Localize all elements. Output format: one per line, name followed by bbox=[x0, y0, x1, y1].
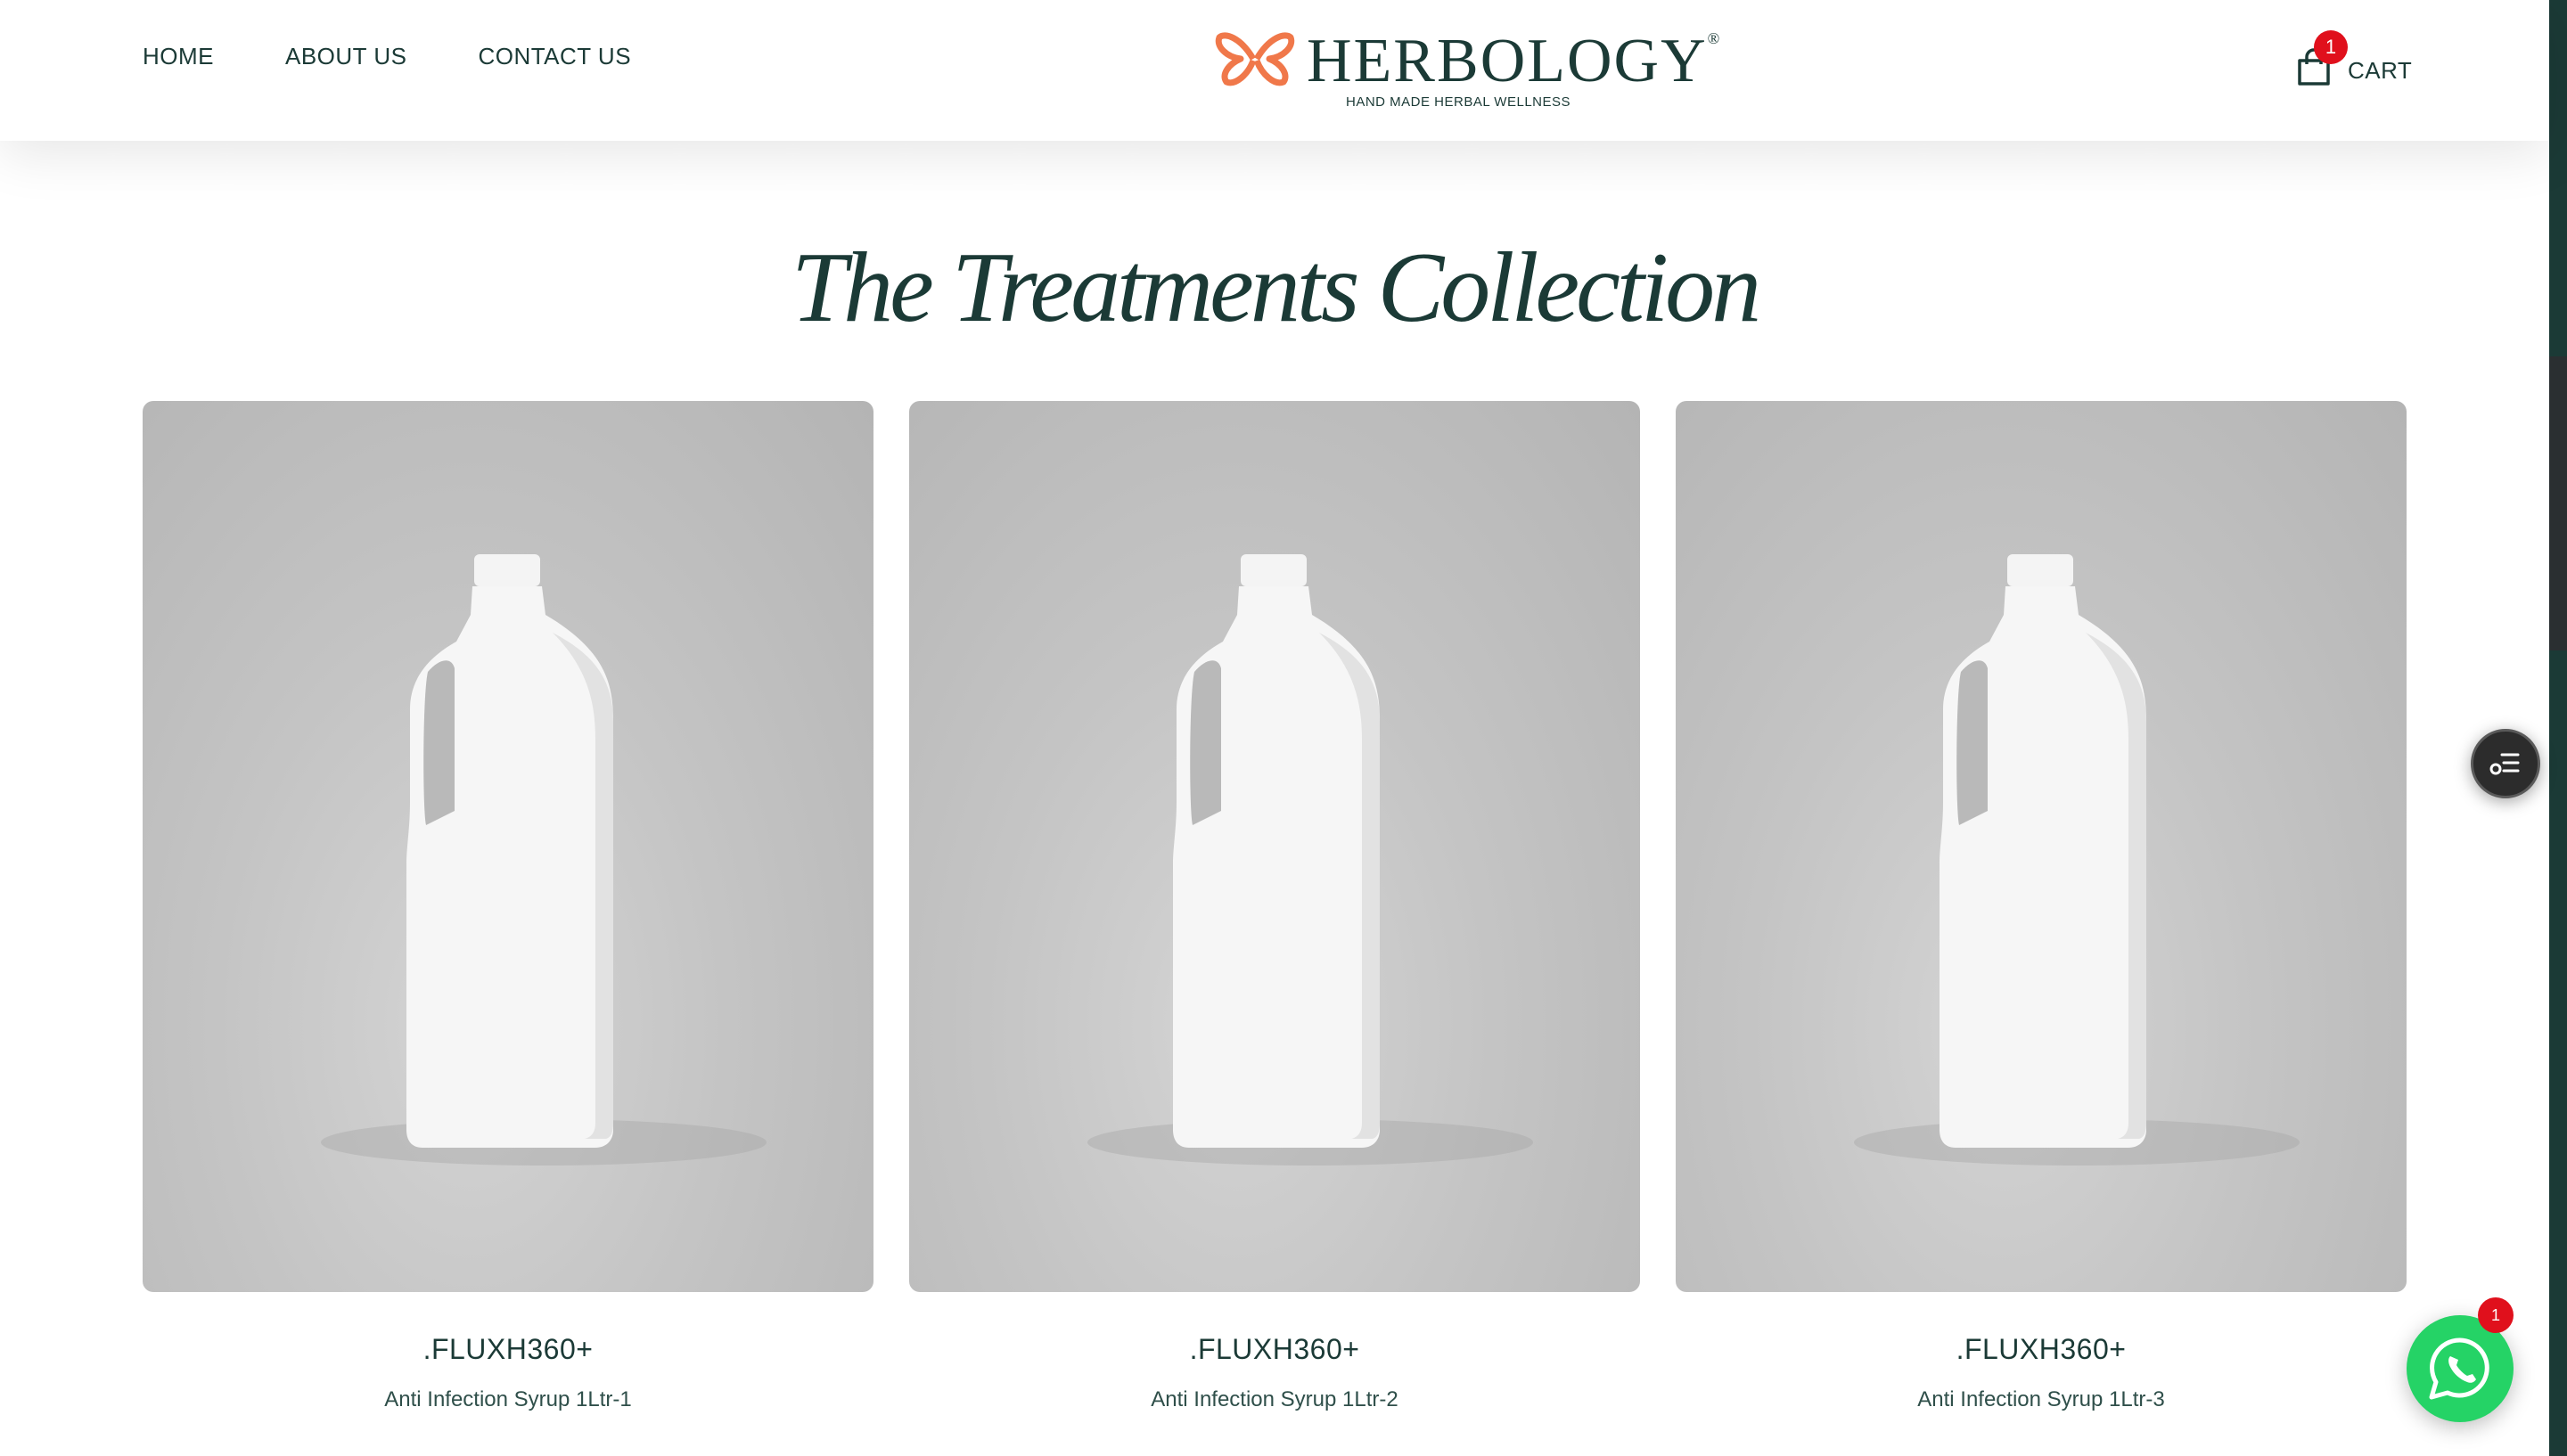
accessibility-widget-button[interactable] bbox=[2471, 729, 2540, 798]
brand-logo[interactable]: HERBOLOGY® HAND MADE HERBAL WELLNESS bbox=[1214, 25, 1719, 114]
product-subtitle: Anti Infection Syrup 1Ltr-3 bbox=[1917, 1387, 2165, 1411]
product-image[interactable] bbox=[909, 401, 1640, 1292]
whatsapp-notification-badge: 1 bbox=[2478, 1297, 2514, 1333]
scrollbar-thumb[interactable] bbox=[2549, 356, 2567, 650]
product-image[interactable] bbox=[143, 401, 873, 1292]
logo-wordmark: HERBOLOGY® bbox=[1307, 30, 1721, 93]
site-header: HOME ABOUT US CONTACT US HERBOLOGY® HAND… bbox=[0, 0, 2549, 141]
butterfly-logo-icon bbox=[1215, 32, 1295, 86]
product-card[interactable]: .FLUXH360+ Anti Infection Syrup 1Ltr-1 bbox=[143, 401, 873, 1412]
product-card[interactable]: .FLUXH360+ Anti Infection Syrup 1Ltr-2 bbox=[909, 401, 1640, 1412]
product-name[interactable]: .FLUXH360+ bbox=[143, 1333, 873, 1366]
bottle-image bbox=[321, 554, 767, 1166]
cart-label: CART bbox=[2348, 57, 2413, 84]
whatsapp-icon bbox=[2429, 1337, 2489, 1400]
nav-home-link[interactable]: HOME bbox=[143, 43, 214, 70]
logo-wordmark-text: HERBOLOGY bbox=[1307, 27, 1708, 95]
product-subtitle: Anti Infection Syrup 1Ltr-2 bbox=[1151, 1387, 1398, 1411]
product-name[interactable]: .FLUXH360+ bbox=[1676, 1333, 2407, 1366]
trademark-symbol: ® bbox=[1707, 29, 1722, 47]
logo-tagline: HAND MADE HERBAL WELLNESS bbox=[1346, 94, 1571, 110]
nav-about-link[interactable]: ABOUT US bbox=[285, 43, 406, 70]
product-grid: .FLUXH360+ Anti Infection Syrup 1Ltr-1 .… bbox=[143, 401, 2407, 1456]
bottle-image bbox=[1854, 554, 2300, 1166]
product-subtitle: Anti Infection Syrup 1Ltr-1 bbox=[384, 1387, 632, 1411]
section-title: The Treatments Collection bbox=[791, 233, 1761, 343]
cart-count-badge: 1 bbox=[2314, 30, 2348, 64]
bottle-image bbox=[1087, 554, 1533, 1166]
product-card[interactable]: .FLUXH360+ Anti Infection Syrup 1Ltr-3 bbox=[1676, 401, 2407, 1412]
scrollbar-track[interactable] bbox=[2549, 0, 2567, 1456]
product-image[interactable] bbox=[1676, 401, 2407, 1292]
main-nav: HOME ABOUT US CONTACT US bbox=[143, 43, 702, 70]
filter-list-icon bbox=[2489, 753, 2520, 775]
cart-button[interactable]: 1 CART bbox=[2294, 30, 2413, 93]
product-name[interactable]: .FLUXH360+ bbox=[909, 1333, 1640, 1366]
nav-contact-link[interactable]: CONTACT US bbox=[478, 43, 631, 70]
